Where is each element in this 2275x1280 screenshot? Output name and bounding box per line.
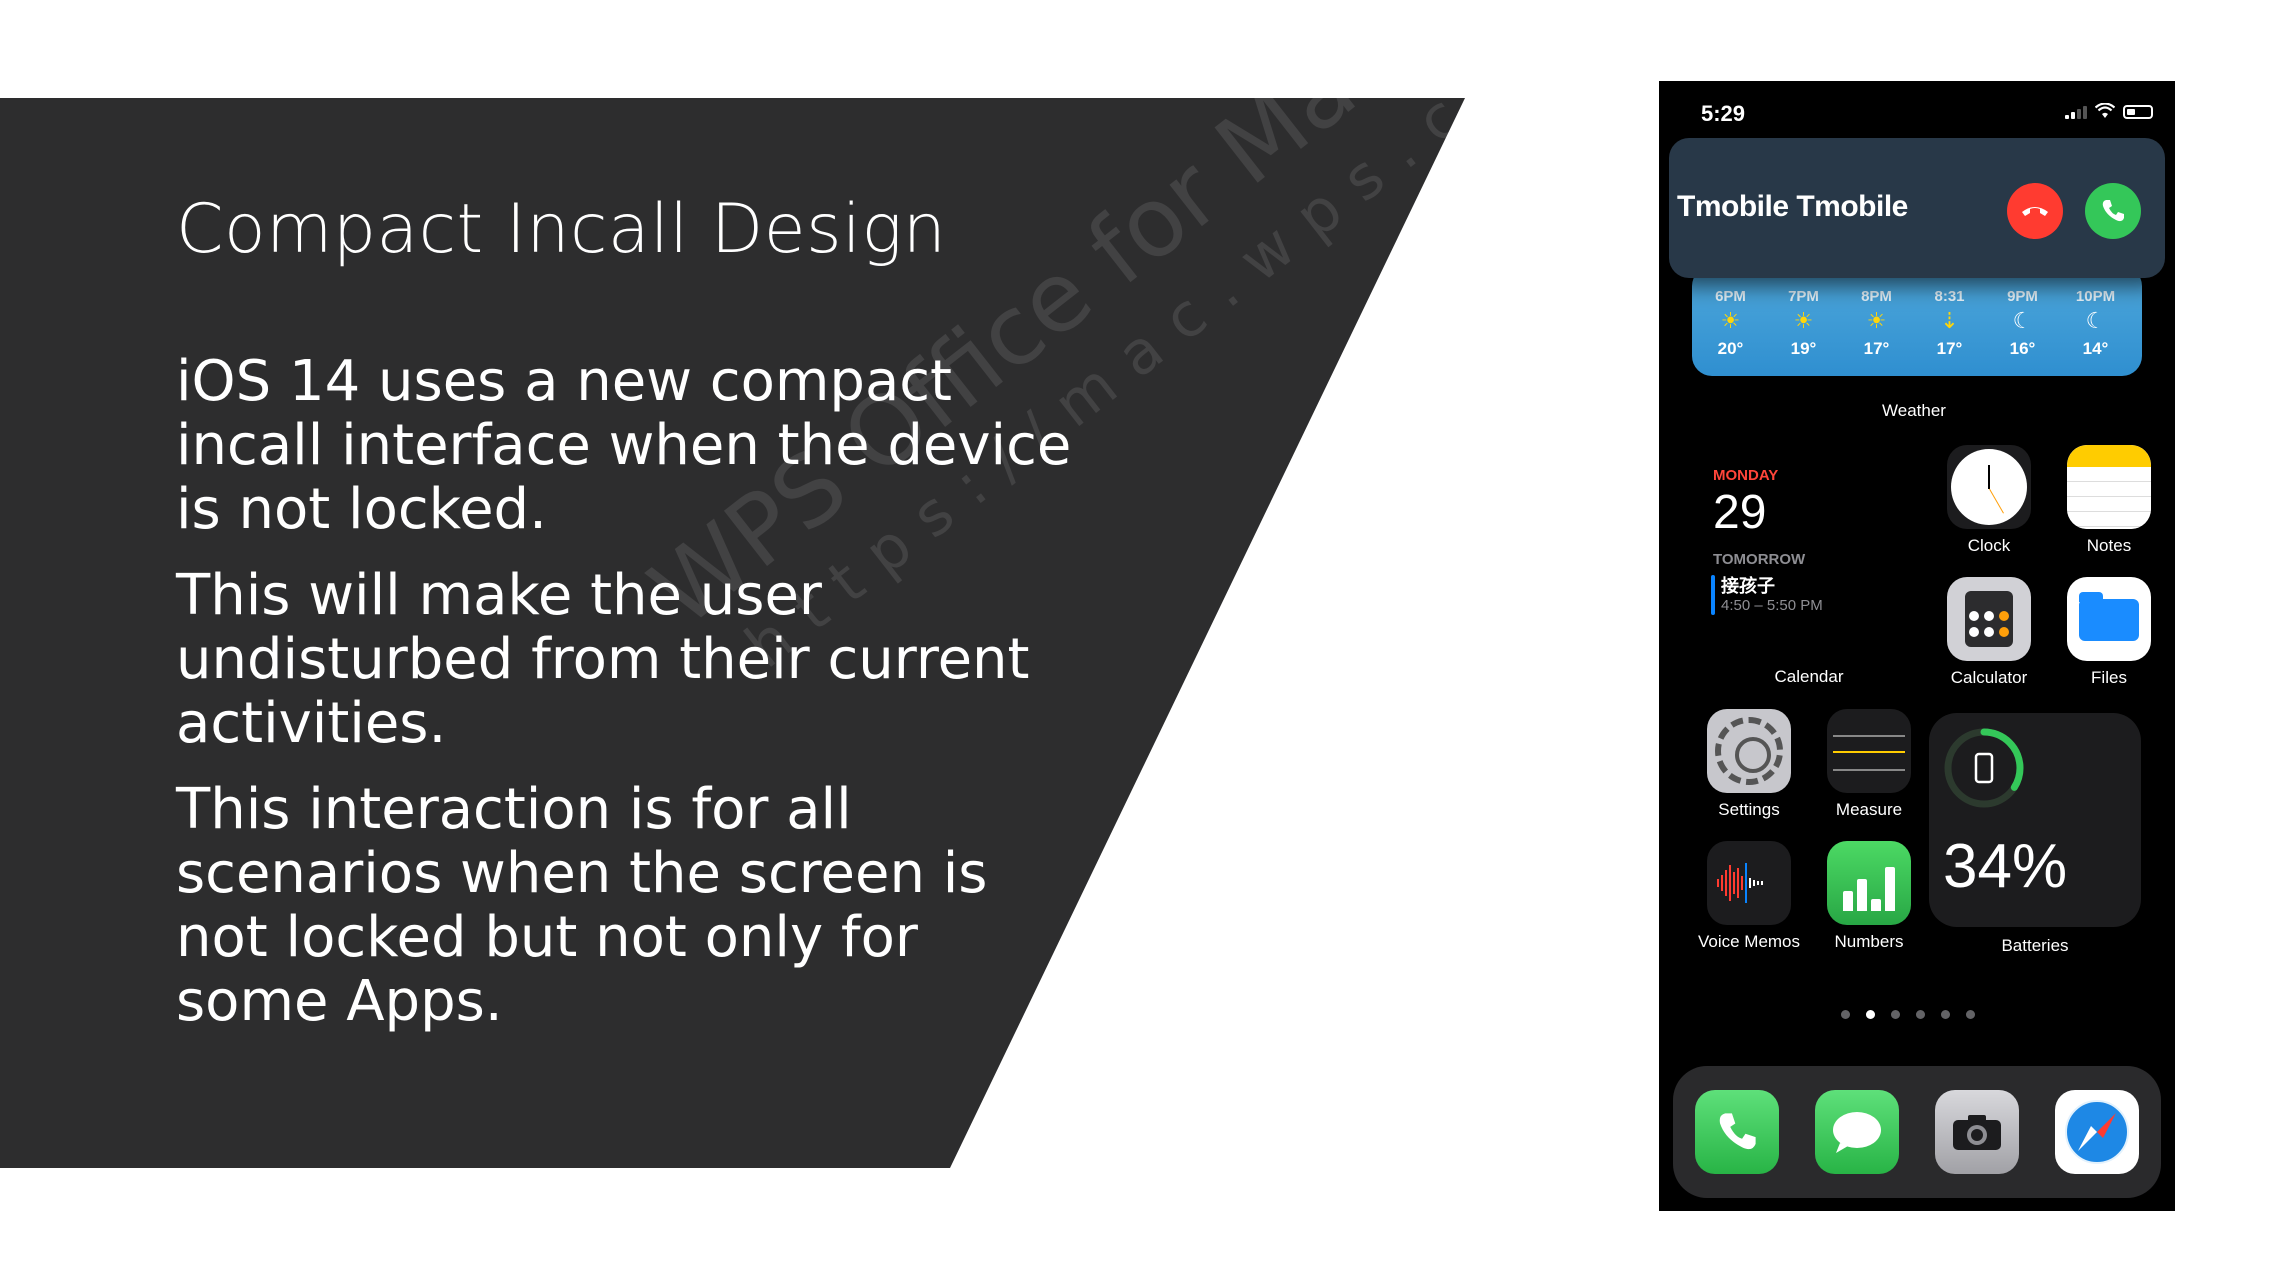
measure-app-icon[interactable] (1827, 709, 1911, 793)
weather-hour-temp: 14° (2082, 339, 2109, 358)
weather-hour: 6PM ☀ 20° (1694, 266, 1767, 359)
folder-icon (2079, 592, 2139, 641)
messages-app-icon[interactable] (1815, 1090, 1899, 1174)
calendar-event-title: 接孩子 (1721, 576, 1775, 596)
notes-app-icon[interactable] (2067, 445, 2151, 529)
speech-bubble-icon (1833, 1112, 1881, 1153)
page-indicator[interactable] (1841, 1010, 1975, 1019)
notes-app-label: Notes (2086, 536, 2132, 555)
page-dot[interactable] (1841, 1010, 1850, 1019)
page-dot[interactable] (1941, 1010, 1950, 1019)
calculator-app-icon[interactable] (1947, 577, 2031, 661)
calendar-event-time: 4:50 – 5:50 PM (1721, 597, 1823, 614)
weather-hour: 8PM ☀ 17° (1840, 266, 1913, 359)
body-paragraph: This interaction is for all scenarios wh… (176, 777, 988, 1034)
status-time: 5:29 (1701, 101, 1746, 126)
weather-hour-temp: 17° (1863, 339, 1890, 358)
files-app-icon[interactable] (2067, 577, 2151, 661)
clock-face (1951, 449, 2027, 525)
caller-name: Tmobile Tmobile (1677, 190, 1908, 223)
weather-hour-time: 8:31 (1934, 288, 1965, 305)
waveform-icon (1717, 863, 1781, 903)
batteries-widget-label: Batteries (2001, 936, 2069, 955)
page-dot[interactable] (1891, 1010, 1900, 1019)
calendar-event-bar (1711, 575, 1715, 615)
slide-body: iOS 14 uses a new compact incall interfa… (176, 350, 1076, 1056)
voice-memos-app-label: Voice Memos (1697, 932, 1801, 951)
camera-icon (1953, 1115, 2001, 1150)
weather-hour: 10PM ☾ 14° (2059, 266, 2132, 359)
weather-hour-temp: 20° (1717, 339, 1744, 358)
cellular-signal-icon (2065, 103, 2087, 119)
battery-icon (2123, 105, 2153, 119)
page-dot[interactable] (1966, 1010, 1975, 1019)
voice-memos-app-icon[interactable] (1707, 841, 1791, 925)
settings-app-icon[interactable] (1707, 709, 1791, 793)
sun-icon: ☀ (1720, 308, 1741, 333)
weather-hour-time: 8PM (1861, 288, 1892, 305)
clock-app-icon[interactable] (1947, 445, 2031, 529)
files-app-label: Files (2091, 668, 2127, 687)
calendar-tomorrow: TOMORROW (1713, 551, 1806, 568)
weather-hour-time: 9PM (2007, 288, 2038, 305)
weather-widget-label: Weather (1882, 401, 1946, 420)
compass-icon (2065, 1100, 2129, 1164)
phone-down-icon (2022, 207, 2048, 216)
weather-hour-temp: 19° (1790, 339, 1817, 358)
slide-title: Compact Incall Design (176, 190, 947, 269)
weather-hour-time: 10PM (2075, 288, 2116, 305)
battery-ring (1944, 728, 2024, 808)
wifi-icon (2095, 103, 2115, 118)
weather-hour-time: 7PM (1788, 288, 1819, 305)
weather-hour-temp: 16° (2009, 339, 2036, 358)
bar-chart-icon (1843, 865, 1895, 911)
moon-icon: ☾ (2085, 308, 2106, 333)
calendar-date: 29 (1713, 486, 1767, 539)
phone-screenshot: 5:29 6PM ☀ 20° 7PM ☀ 19° 8PM ☀ 17° 8:31 … (1659, 81, 2175, 1211)
numbers-app-label: Numbers (1834, 932, 1904, 951)
weather-hour-temp: 17° (1936, 339, 1963, 358)
status-icons (2065, 103, 2153, 119)
page-dot[interactable] (1866, 1010, 1875, 1019)
ruler-icon (1833, 735, 1905, 771)
incall-banner[interactable]: Tmobile Tmobile (1669, 138, 2165, 278)
sun-icon: ☀ (1793, 308, 1814, 333)
settings-app-label: Settings (1718, 800, 1780, 819)
numbers-app-icon[interactable] (1827, 841, 1911, 925)
calendar-widget-label[interactable]: Calendar (1739, 667, 1879, 687)
measure-app-label: Measure (1835, 800, 1903, 819)
calculator-app-label: Calculator (1950, 668, 2028, 687)
moon-icon: ☾ (2012, 308, 2033, 333)
phone-icon (2102, 200, 2124, 222)
decline-call-button[interactable] (2007, 183, 2063, 239)
dock (1673, 1066, 2161, 1198)
iphone-icon (1974, 752, 1994, 784)
accept-call-button[interactable] (2085, 183, 2141, 239)
weather-hour: 9PM ☾ 16° (1986, 266, 2059, 359)
safari-app-icon[interactable] (2055, 1090, 2139, 1174)
weather-hour: 8:31 ⇣ 17° (1913, 266, 1986, 359)
calendar-day: MONDAY (1713, 467, 1779, 484)
gear-icon (1715, 717, 1783, 785)
body-paragraph: iOS 14 uses a new compact incall interfa… (176, 349, 1072, 542)
body-paragraph: This will make the user undisturbed from… (176, 563, 1030, 756)
slide: Compact Incall Design iOS 14 uses a new … (0, 0, 2275, 1280)
phone-app-icon[interactable] (1695, 1090, 1779, 1174)
weather-widget[interactable]: 6PM ☀ 20° 7PM ☀ 19° 8PM ☀ 17° 8:31 ⇣ 17°… (1692, 266, 2142, 376)
sun-icon: ☀ (1866, 308, 1887, 333)
page-dot[interactable] (1916, 1010, 1925, 1019)
phone-icon (1719, 1113, 1756, 1150)
clock-app-label: Clock (1967, 536, 2011, 555)
sunset-icon: ⇣ (1940, 308, 1959, 333)
battery-percent: 34% (1943, 832, 2068, 901)
calculator-icon (1965, 591, 2013, 647)
camera-app-icon[interactable] (1935, 1090, 2019, 1174)
weather-hour: 7PM ☀ 19° (1767, 266, 1840, 359)
batteries-widget[interactable]: 34% (1929, 713, 2141, 927)
weather-hour-time: 6PM (1715, 288, 1746, 305)
